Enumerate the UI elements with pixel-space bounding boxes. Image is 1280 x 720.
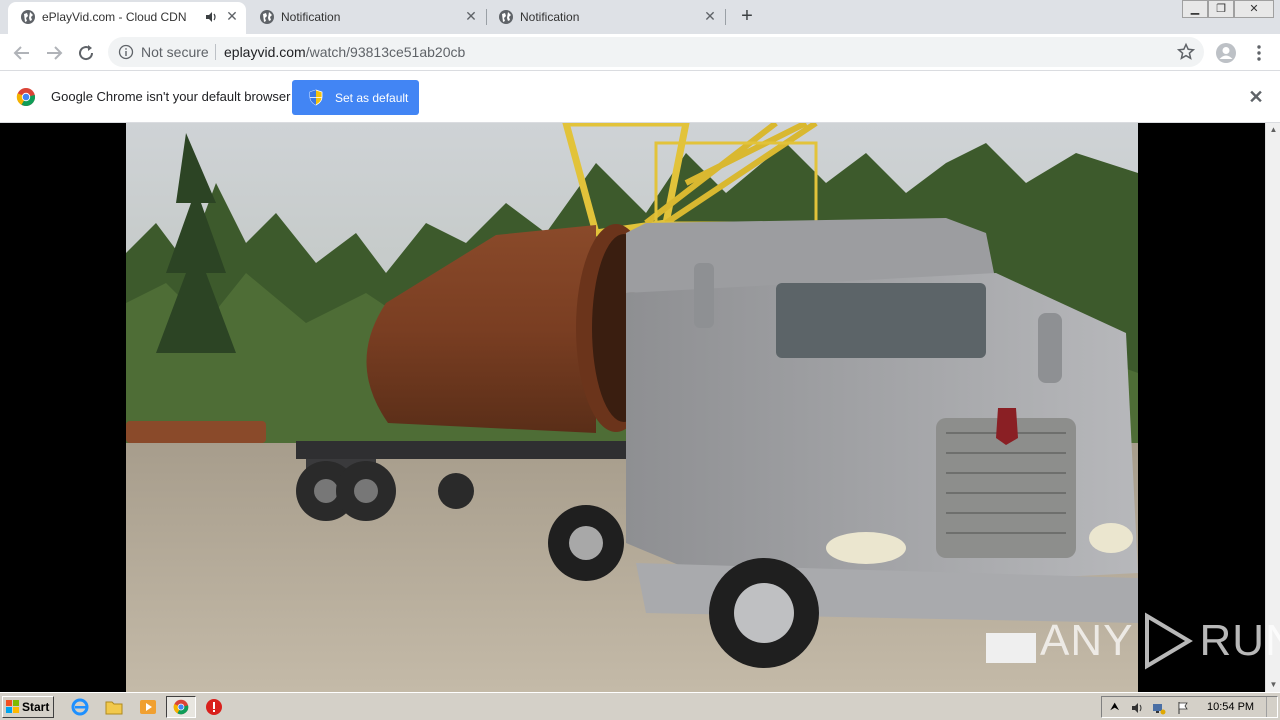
show-hidden-icons-icon[interactable]: ⮝ — [1110, 701, 1124, 715]
play-triangle-icon — [1145, 612, 1194, 670]
chrome-icon — [173, 699, 189, 715]
globe-icon — [260, 10, 274, 24]
tab-title: ePlayVid.com - Cloud CDN — [42, 10, 187, 24]
scroll-up-arrow-icon[interactable]: ▲ — [1268, 125, 1279, 135]
security-label[interactable]: Not secure — [141, 44, 209, 60]
new-tab-button[interactable]: + — [736, 6, 758, 28]
taskbar-chrome-button[interactable] — [166, 696, 196, 718]
media-player-icon[interactable] — [137, 697, 159, 717]
omnibox-divider — [215, 44, 216, 60]
url-path: /watch/93813ce51ab20cb — [305, 44, 466, 60]
bookmark-star-icon[interactable] — [1176, 42, 1196, 62]
internet-explorer-icon[interactable] — [69, 697, 91, 717]
tab-separator — [725, 9, 726, 25]
set-as-default-button[interactable]: Set as default — [292, 80, 419, 115]
watermark-text-right: RUN — [1199, 616, 1280, 665]
back-arrow-icon[interactable] — [10, 41, 34, 65]
video-player[interactable] — [126, 123, 1138, 692]
close-infobar-icon[interactable]: ✕ — [1246, 87, 1266, 107]
tab-notification-2[interactable]: Notification ✕ — [486, 0, 724, 34]
chrome-logo-icon — [16, 88, 36, 107]
kebab-menu-icon[interactable] — [1247, 41, 1271, 65]
tab-eplayvid[interactable]: ePlayVid.com - Cloud CDN ✕ — [8, 2, 246, 34]
action-center-flag-icon[interactable] — [1176, 701, 1190, 715]
video-frame-truck-image — [126, 123, 1138, 692]
file-explorer-icon[interactable] — [103, 697, 125, 717]
url-text[interactable]: eplayvid.com/watch/93813ce51ab20cb — [224, 44, 465, 60]
tab-strip: ePlayVid.com - Cloud CDN ✕ Notification … — [0, 0, 1280, 34]
speaker-icon[interactable] — [204, 10, 218, 24]
minimize-button[interactable]: ▁ — [1182, 0, 1208, 18]
browser-toolbar: Not secure eplayvid.com/watch/93813ce51a… — [0, 34, 1280, 71]
restore-button[interactable]: ❐ — [1208, 0, 1234, 18]
tab-notification-1[interactable]: Notification ✕ — [247, 0, 485, 34]
page-viewport — [0, 123, 1265, 692]
close-tab-icon[interactable]: ✕ — [463, 8, 479, 24]
reload-icon[interactable] — [74, 41, 98, 65]
system-tray: ⮝ 10:54 PM — [1101, 696, 1278, 718]
close-tab-icon[interactable]: ✕ — [224, 8, 240, 24]
taskbar-clock[interactable]: 10:54 PM — [1207, 701, 1254, 713]
stop-sign-icon[interactable] — [203, 697, 225, 717]
vertical-scrollbar[interactable]: ▲ ▼ — [1265, 123, 1280, 692]
globe-icon — [21, 10, 35, 24]
close-window-button[interactable]: ✕ — [1234, 0, 1274, 18]
url-host: eplayvid.com — [224, 44, 306, 60]
windows-taskbar: Start ⮝ 10:54 PM — [0, 692, 1280, 720]
default-browser-infobar: Google Chrome isn't your default browser… — [0, 71, 1280, 123]
uac-shield-icon — [309, 89, 323, 106]
globe-icon — [499, 10, 513, 24]
network-icon[interactable] — [1152, 701, 1166, 715]
info-icon[interactable] — [118, 44, 134, 60]
profile-avatar-icon[interactable] — [1214, 41, 1238, 65]
infobar-message: Google Chrome isn't your default browser — [51, 89, 291, 104]
address-bar[interactable]: Not secure eplayvid.com/watch/93813ce51a… — [108, 37, 1204, 67]
start-label: Start — [22, 700, 50, 714]
volume-icon[interactable] — [1130, 701, 1144, 715]
start-button[interactable]: Start — [2, 696, 54, 718]
tab-title: Notification — [520, 10, 580, 24]
show-desktop-button[interactable] — [1266, 697, 1276, 717]
watermark-text-left: ANY — [1040, 616, 1134, 665]
anyrun-watermark: ANY RUN — [1040, 612, 1280, 670]
forward-arrow-icon[interactable] — [42, 41, 66, 65]
close-tab-icon[interactable]: ✕ — [702, 8, 718, 24]
tab-title: Notification — [281, 10, 341, 24]
scroll-down-arrow-icon[interactable]: ▼ — [1268, 680, 1279, 690]
set-as-default-label: Set as default — [335, 91, 409, 105]
windows-flag-icon — [6, 700, 19, 713]
